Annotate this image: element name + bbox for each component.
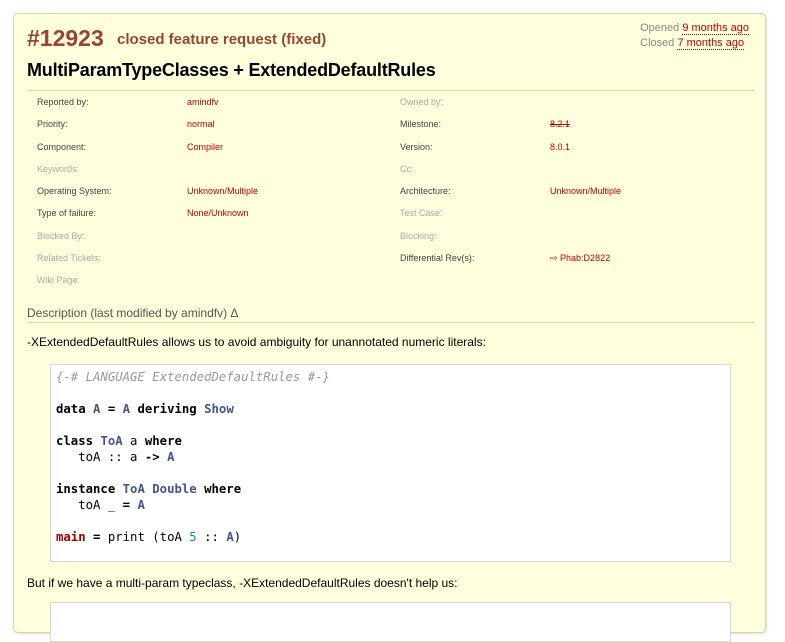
closed-time-link[interactable]: 7 months ago [677,37,745,50]
description-paragraph: -XExtendedDefaultRules allows us to avoi… [27,335,486,349]
property-label: Differential Rev(s): [400,253,475,264]
code-keyword: class [56,434,94,448]
property-label: Wiki Page: [37,275,81,286]
property-row: Component: Compiler Version: 8.0.1 [27,136,754,158]
property-row: Reported by: amindfv Owned by: [27,91,754,113]
property-label: Owned by: [400,97,444,107]
property-row: Related Tickets: Differential Rev(s): ⇨ Ph… [27,247,754,269]
code-main: main [56,530,86,544]
opened-label: Opened [640,22,680,34]
code-pragma: {-# LANGUAGE ExtendedDefaultRules #-} [56,370,330,384]
property-label: Blocking: [400,230,437,241]
property-label: Architecture: [400,186,451,197]
code-type: ToA [122,482,145,496]
property-value[interactable]: ⇨ Phab:D2822 [550,253,610,264]
description-heading: Description (last modified by amindfv) Δ [27,306,754,323]
property-value[interactable]: 8.0.1 [550,142,570,152]
property-label: Operating System: [37,186,112,197]
ticket-box: Opened 9 months ago Closed 7 months ago … [13,13,766,642]
property-value[interactable]: Compiler [187,142,223,152]
property-row: Priority: normal Milestone: 8.2.1 [27,113,754,135]
code-block: {-# LANGUAGE ExtendedDefaultRules #-} da… [50,364,731,562]
property-label: Reported by: [37,97,89,107]
property-row: Operating System: Unknown/Multiple Archite… [27,180,754,202]
code-block-2 [50,602,731,642]
code-type: A [167,450,175,464]
property-label: Version: [400,141,433,152]
code-keyword: deriving [137,402,197,416]
code-number: 5 [189,530,197,544]
property-row: Keywords: Cc: [27,158,754,180]
property-row: Blocked By: Blocking: [27,225,754,247]
code-type: ToA [100,434,123,448]
ticket-properties: Reported by: amindfv Owned by: Priority: nor… [27,90,754,292]
code-keyword: where [144,434,182,448]
ticket-type-status: closed feature request (fixed) [117,31,327,48]
property-row: Type of failure: None/Unknown Test Case: [27,202,754,224]
code-keyword: where [204,482,242,496]
ticket-id: #12923 [27,25,104,51]
ticket-summary: MultiParamTypeClasses + ExtendedDefaultR… [27,60,436,80]
ticket-dates: Opened 9 months ago Closed 7 months ago [640,21,749,51]
property-value[interactable]: 8.2.1 [550,119,570,129]
property-value[interactable]: Unknown/Multiple [187,186,258,196]
property-label: Priority: [37,119,68,130]
property-row: Wiki Page: [27,269,754,291]
property-label: Test Case: [400,208,443,219]
diff-delta-link[interactable]: Δ [230,306,238,320]
code-keyword: data [56,402,86,416]
property-label: Related Tickets: [37,253,102,264]
code-type: A [226,530,234,544]
code-type: A [93,402,101,416]
code-keyword: instance [56,482,116,496]
property-label: Keywords: [37,163,80,174]
code-type: A [137,498,145,512]
opened-time-link[interactable]: 9 months ago [682,22,749,35]
property-label: Cc: [400,163,414,174]
description-heading-text: Description (last modified by amindfv) [27,306,228,320]
property-label: Blocked By: [37,230,85,241]
property-value[interactable]: None/Unknown [187,208,249,218]
property-label: Type of failure: [37,208,97,219]
description-paragraph-2: But if we have a multi-param typeclass, … [27,576,458,590]
code-type: Double [152,482,197,496]
property-value[interactable]: normal [187,119,215,129]
property-label: Component: [37,141,87,152]
property-value[interactable]: Unknown/Multiple [550,186,621,196]
code-type: A [122,402,131,416]
property-value[interactable]: amindfv [187,97,219,107]
property-label: Milestone: [400,119,442,130]
closed-label: Closed [640,37,675,49]
code-type: Show [204,402,234,416]
